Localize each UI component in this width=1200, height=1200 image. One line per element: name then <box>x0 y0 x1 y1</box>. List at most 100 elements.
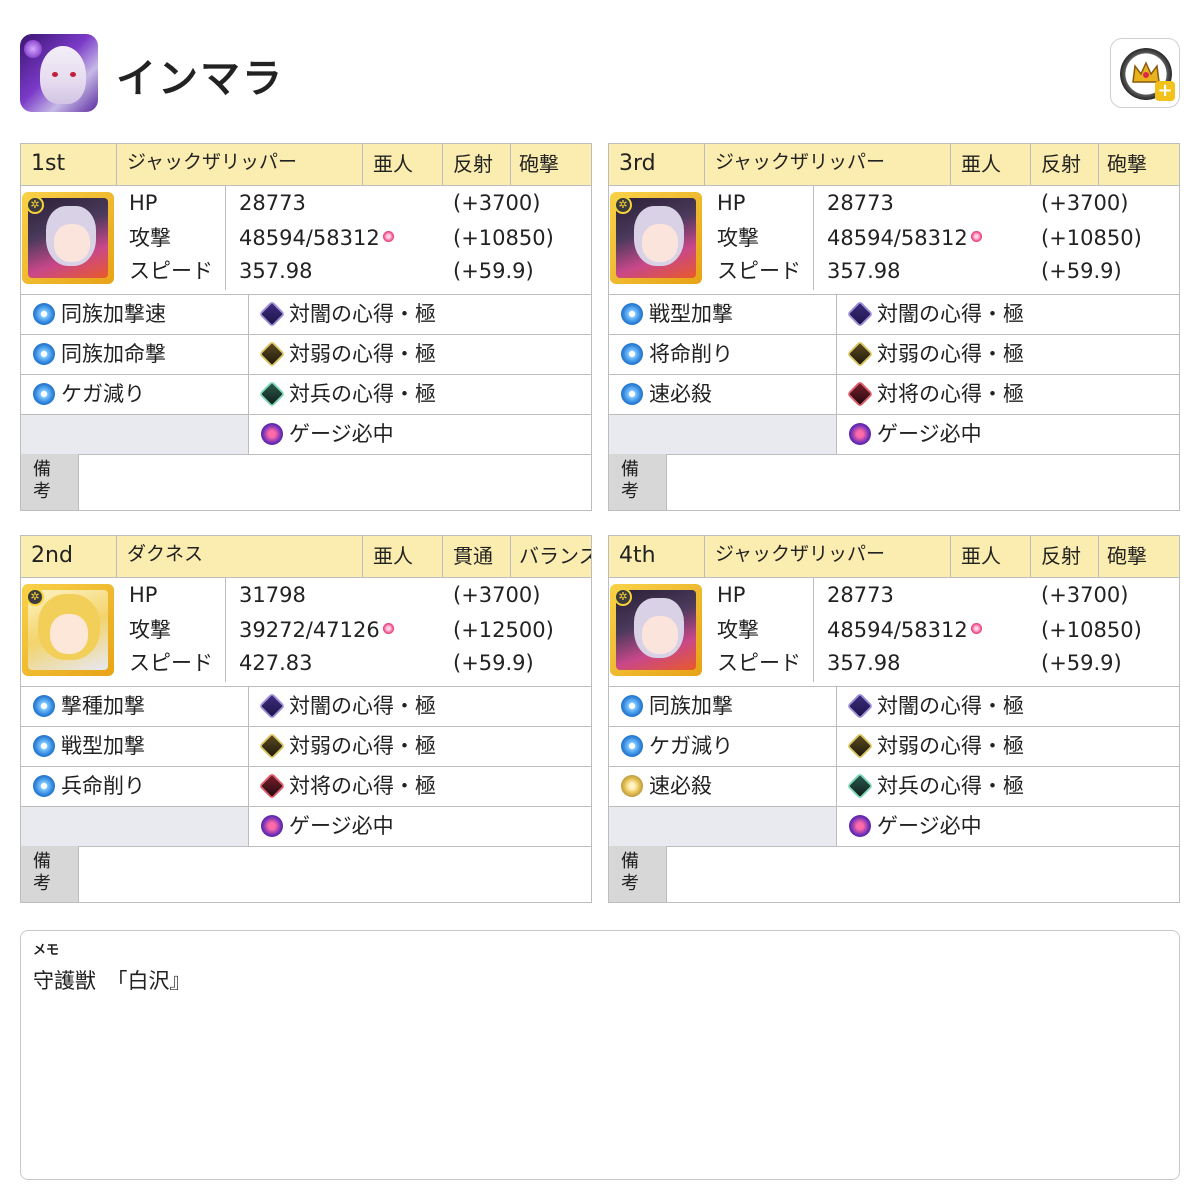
soul-skill-icon <box>258 340 286 368</box>
luck-skill-icon <box>621 343 643 365</box>
unit-header: 2nd ダクネス 亜人 貫通 バランス <box>21 536 591 578</box>
remarks-row: 備考 <box>21 846 591 902</box>
spd-label: スピード <box>717 651 801 675</box>
soul-skill: 対弱の心得・極 <box>877 734 1024 758</box>
unit-portrait[interactable]: ✲ <box>610 192 702 284</box>
luck-skill: 速必殺 <box>649 382 712 406</box>
remarks-row: 備考 <box>21 454 591 510</box>
page-title: インマラ <box>116 56 284 102</box>
unit-panel-3rd: 3rd ジャックザリッパー 亜人 反射 砲撃 ✲ HP 28773 (+3700) … <box>608 143 1180 511</box>
hp-value: 28773 <box>827 191 894 215</box>
luck-skill-icon <box>33 695 55 717</box>
unit-name: ジャックザリッパー <box>117 144 363 185</box>
skill-table: 戦型加撃 対闇の心得・極 将命削り 対弱の心得・極 速必殺 対将の心得・極 ゲージ必中 <box>609 294 1179 455</box>
atk-label: 攻撃 <box>717 226 759 250</box>
soul-skill-icon <box>258 692 286 720</box>
unit-rank: 1st <box>21 144 117 185</box>
soul-skill: 対弱の心得・極 <box>289 734 436 758</box>
unit-race: 亜人 <box>363 144 443 185</box>
memo-text: 守護獣 「白沢』 <box>33 969 191 993</box>
luck-skill: 撃種加撃 <box>61 694 145 718</box>
unit-stats: HP 31798 (+3700) 攻撃 39272/47126 (+12500) スピー… <box>117 578 591 682</box>
atk-plus: (+10850) <box>453 226 554 250</box>
spd-plus: (+59.9) <box>1041 259 1122 283</box>
remarks-row: 備考 <box>609 846 1179 902</box>
luck-skill-icon <box>621 775 643 797</box>
unit-race: 亜人 <box>951 536 1031 577</box>
luck-skill: 同族加撃 <box>649 694 733 718</box>
unit-battle-type: 砲撃 <box>519 152 559 176</box>
luck-skill: ケガ減り <box>61 382 145 406</box>
luck-skill: 戦型加撃 <box>61 734 145 758</box>
soul-skill: ゲージ必中 <box>289 422 394 446</box>
unit-race: 亜人 <box>951 144 1031 185</box>
soul-skill-icon <box>846 692 874 720</box>
soul-skill-icon <box>846 380 874 408</box>
soul-skill: 対兵の心得・極 <box>289 382 436 406</box>
atk-plus: (+10850) <box>1041 618 1142 642</box>
atk-value-wrap: 48594/58312 <box>827 613 982 647</box>
empty-skill-slot <box>21 807 249 846</box>
soul-skill-icon <box>258 732 286 760</box>
luck-skill-icon <box>33 735 55 757</box>
soul-skill-icon <box>258 772 286 800</box>
hp-label: HP <box>717 191 746 215</box>
luck-skill-icon <box>33 775 55 797</box>
unit-stats: HP 28773 (+3700) 攻撃 48594/58312 (+10850) スピー… <box>705 186 1179 290</box>
soul-skill: ゲージ必中 <box>877 814 982 838</box>
luck-skill-icon <box>621 383 643 405</box>
soul-skill-icon <box>846 340 874 368</box>
skill-table: 同族加撃 対闇の心得・極 ケガ減り 対弱の心得・極 速必殺 対兵の心得・極 ゲージ必中 <box>609 686 1179 847</box>
gauge-skill-icon <box>261 423 283 445</box>
soul-skill-icon <box>846 732 874 760</box>
unit-portrait[interactable]: ✲ <box>22 192 114 284</box>
soul-skill-icon <box>846 300 874 328</box>
atk-value: 48594/58312 <box>827 226 968 250</box>
unit-rank: 4th <box>609 536 705 577</box>
unit-portrait[interactable]: ✲ <box>610 584 702 676</box>
remarks-row: 備考 <box>609 454 1179 510</box>
soul-skill: 対弱の心得・極 <box>289 342 436 366</box>
unit-battle-type: バランス <box>519 544 591 568</box>
crown-plus-button[interactable]: + <box>1110 38 1180 108</box>
unit-stats: HP 28773 (+3700) 攻撃 48594/58312 (+10850) スピー… <box>705 578 1179 682</box>
hp-label: HP <box>129 191 158 215</box>
unit-panel-4th: 4th ジャックザリッパー 亜人 反射 砲撃 ✲ HP 28773 (+3700) … <box>608 535 1180 903</box>
unit-strike-type: 反射 <box>443 144 511 185</box>
unit-panel-2nd: 2nd ダクネス 亜人 貫通 バランス ✲ HP 31798 (+3700) 攻撃 3… <box>20 535 592 903</box>
luck-skill: 同族加命撃 <box>61 342 166 366</box>
unit-portrait[interactable]: ✲ <box>22 584 114 676</box>
soul-skill: 対弱の心得・極 <box>877 342 1024 366</box>
spd-label: スピード <box>129 651 213 675</box>
remarks-label: 備考 <box>609 454 667 510</box>
soul-skill: ゲージ必中 <box>877 422 982 446</box>
luck-skill-icon <box>33 343 55 365</box>
spd-label: スピード <box>717 259 801 283</box>
unit-strike-type: 貫通 <box>443 536 511 577</box>
unit-name: ジャックザリッパー <box>705 144 951 185</box>
unit-battle-type: 砲撃 <box>1107 152 1147 176</box>
luck-skill-icon <box>621 303 643 325</box>
unit-panel-1st: 1st ジャックザリッパー 亜人 反射 砲撃 ✲ HP 28773 (+3700) … <box>20 143 592 511</box>
remarks-label: 備考 <box>21 846 79 902</box>
gauge-gem-icon <box>970 231 982 242</box>
skill-table: 撃種加撃 対闇の心得・極 戦型加撃 対弱の心得・極 兵命削り 対将の心得・極 ゲージ必… <box>21 686 591 847</box>
gauge-gem-icon <box>382 623 394 634</box>
element-light-icon: ✲ <box>614 588 632 606</box>
luck-skill: ケガ減り <box>649 734 733 758</box>
spd-plus: (+59.9) <box>453 651 534 675</box>
empty-skill-slot <box>609 415 837 454</box>
soul-skill: ゲージ必中 <box>289 814 394 838</box>
memo-box[interactable]: メモ 守護獣 「白沢』 <box>20 930 1180 1180</box>
hp-value: 28773 <box>827 583 894 607</box>
spd-plus: (+59.9) <box>1041 651 1122 675</box>
unit-rank: 2nd <box>21 536 117 577</box>
soul-skill-icon <box>846 772 874 800</box>
luck-skill: 兵命削り <box>61 774 145 798</box>
unit-header: 4th ジャックザリッパー 亜人 反射 砲撃 <box>609 536 1179 578</box>
atk-label: 攻撃 <box>717 618 759 642</box>
unit-name: ダクネス <box>117 536 363 577</box>
hp-value: 28773 <box>239 191 306 215</box>
spd-value: 427.83 <box>239 651 313 675</box>
unit-name: ジャックザリッパー <box>705 536 951 577</box>
